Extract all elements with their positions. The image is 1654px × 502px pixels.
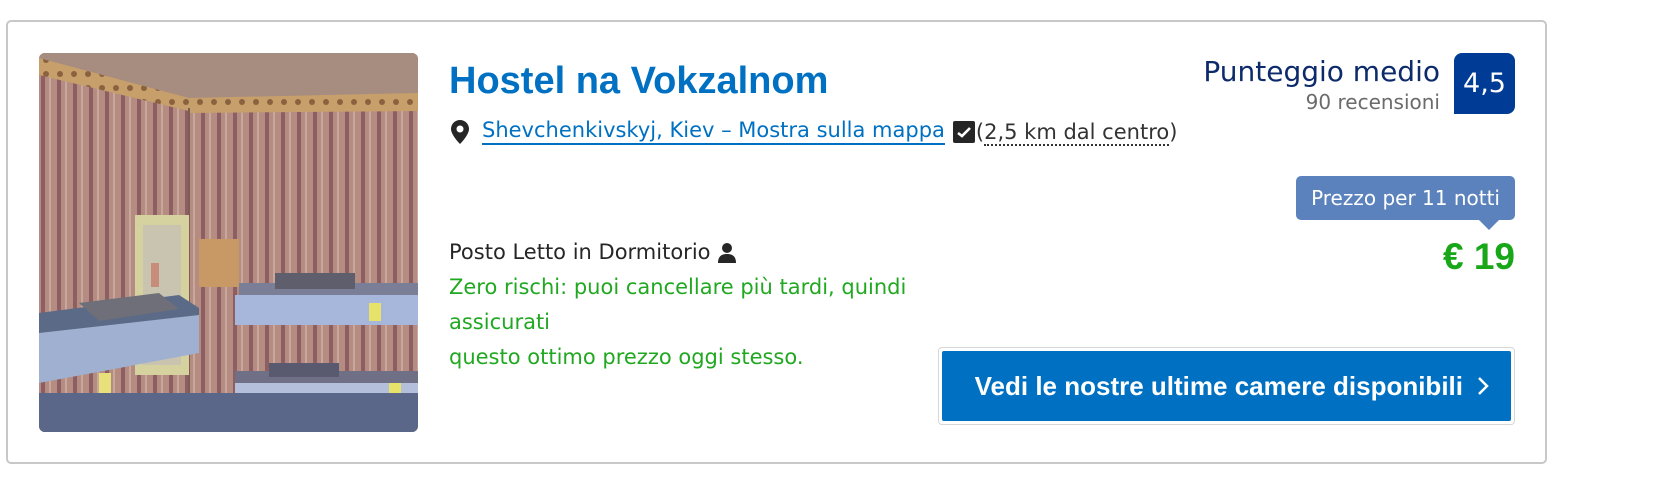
distance-open-paren: (: [975, 119, 985, 144]
hotel-photo-image: [39, 53, 418, 432]
distance-close-paren: ): [1169, 119, 1178, 144]
room-name-text: Posto Letto in Dormitorio: [449, 240, 711, 264]
review-score-text: Punteggio medio 90 recensioni: [1203, 55, 1440, 115]
review-score-badge: 4,5: [1454, 53, 1515, 114]
cta-wrapper: Vedi le nostre ultime camere disponibili: [937, 347, 1515, 425]
show-on-map-link[interactable]: Shevchenkivskyj, Kiev – Mostra sulla map…: [482, 118, 945, 145]
chevron-right-icon: [1477, 375, 1489, 397]
cancel-line-2: questo ottimo prezzo oggi stesso.: [449, 345, 804, 369]
price-nights-tag: Prezzo per 11 notti: [1296, 176, 1515, 230]
free-cancellation-text: Zero rischi: puoi cancellare più tardi, …: [449, 270, 1009, 375]
price-value: € 19: [1442, 236, 1515, 277]
review-score-label: Punteggio medio: [1203, 55, 1440, 88]
distance-text[interactable]: 2,5 km dal centro: [984, 119, 1170, 146]
property-card: Hostel na Vokzalnom Shevchenkivskyj, Kie…: [6, 20, 1547, 464]
person-icon: [717, 242, 737, 264]
room-info: Posto Letto in Dormitorio Zero rischi: p…: [449, 235, 1009, 375]
hotel-name-link[interactable]: Hostel na Vokzalnom: [449, 60, 828, 103]
cancel-line-1: Zero rischi: puoi cancellare più tardi, …: [449, 275, 907, 334]
see-availability-button[interactable]: Vedi le nostre ultime camere disponibili: [941, 351, 1511, 421]
location-row: Shevchenkivskyj, Kiev – Mostra sulla map…: [448, 118, 1178, 146]
distance-from-center: (2,5 km dal centro): [975, 119, 1178, 146]
map-check-icon[interactable]: [952, 120, 975, 143]
hotel-photo[interactable]: [39, 53, 418, 432]
review-score[interactable]: Punteggio medio 90 recensioni 4,5: [1203, 53, 1515, 115]
review-count: 90 recensioni: [1305, 90, 1440, 114]
see-availability-label: Vedi le nostre ultime camere disponibili: [974, 370, 1463, 401]
room-name: Posto Letto in Dormitorio: [449, 235, 1009, 270]
map-pin-icon: [448, 119, 472, 145]
